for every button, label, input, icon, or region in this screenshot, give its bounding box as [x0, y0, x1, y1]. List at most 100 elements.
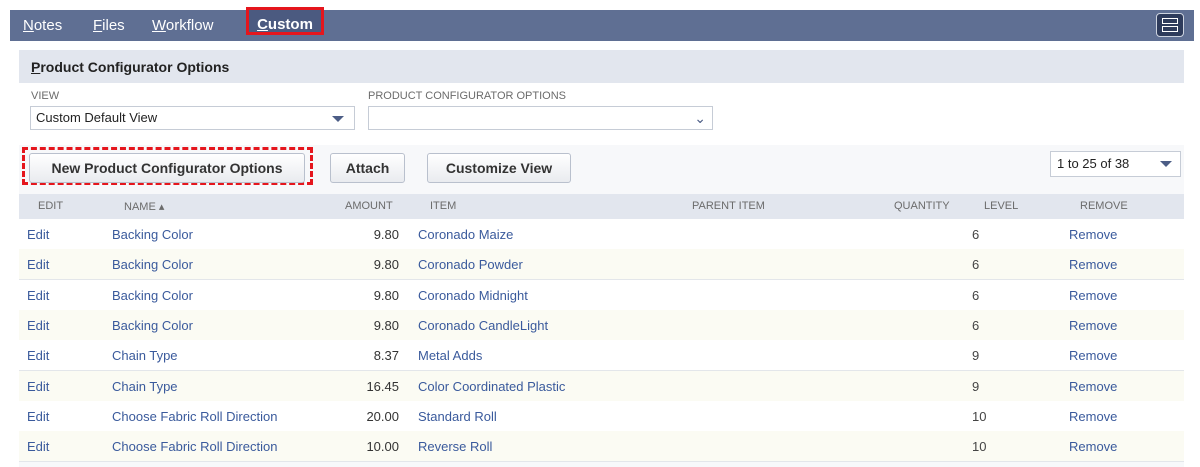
col-amount[interactable]: AMOUNT — [345, 200, 393, 212]
tab-workflow-hotkey: W — [152, 17, 166, 34]
layout-menu-bar-top — [1162, 18, 1178, 24]
tab-files[interactable]: Files — [93, 10, 125, 41]
tab-custom-hotkey: C — [257, 16, 268, 33]
remove-link[interactable]: Remove — [1069, 318, 1117, 333]
amount-value: 8.37 — [373, 348, 399, 364]
name-link[interactable]: Choose Fabric Roll Direction — [112, 409, 277, 424]
remove-link[interactable]: Remove — [1069, 409, 1117, 424]
name-link[interactable]: Chain Type — [112, 348, 178, 363]
level-value: 9 — [972, 348, 980, 364]
amount-value: 9.80 — [373, 227, 399, 242]
panel-title-hotkey: P — [31, 59, 41, 75]
layout-menu-bar-bottom — [1162, 26, 1178, 32]
table-header: EDIT NAME ▴ AMOUNT ITEM PARENT ITEM QUAN… — [19, 194, 1184, 219]
col-quantity[interactable]: QUANTITY — [894, 200, 950, 212]
table-row: Edit Chain Type 16.45 Color Coordinated Pla… — [19, 370, 1184, 402]
view-select[interactable]: Custom Default View — [30, 106, 355, 130]
item-link[interactable]: Standard Roll — [418, 409, 497, 424]
tab-workflow-label: orkflow — [165, 17, 214, 34]
amount-value: 16.45 — [366, 378, 399, 394]
tab-workflow[interactable]: Workflow — [152, 10, 213, 41]
item-link[interactable]: Coronado Midnight — [418, 288, 528, 303]
product-configurator-panel: Product Configurator Options VIEW Custom… — [19, 50, 1184, 467]
level-value: 6 — [972, 317, 980, 333]
edit-link[interactable]: Edit — [27, 379, 49, 394]
col-parent-item[interactable]: PARENT ITEM — [692, 200, 765, 212]
name-link[interactable]: Choose Fabric Roll Direction — [112, 439, 277, 454]
amount-value: 9.80 — [373, 257, 399, 273]
name-link[interactable]: Backing Color — [112, 318, 193, 333]
edit-link[interactable]: Edit — [27, 227, 49, 242]
panel-title: Product Configurator Options — [31, 59, 229, 75]
amount-value: 20.00 — [366, 408, 399, 424]
level-value: 10 — [972, 408, 987, 424]
item-link[interactable]: Color Coordinated Plastic — [418, 379, 565, 394]
layout-menu-icon[interactable] — [1156, 13, 1184, 37]
table-row: Edit Chain Type 8.37 Metal Adds 9 Remove — [19, 340, 1184, 372]
view-label: VIEW — [31, 90, 60, 102]
item-link[interactable]: Coronado Maize — [418, 227, 513, 242]
level-value: 6 — [972, 287, 980, 303]
page-range-select[interactable]: 1 to 25 of 38 — [1050, 151, 1181, 177]
col-remove: REMOVE — [1080, 200, 1128, 212]
tab-custom-label: ustom — [267, 16, 313, 33]
item-link[interactable]: Metal Adds — [418, 348, 482, 363]
subtab-bar: Notes Files Workflow Custom — [10, 7, 1194, 41]
amount-value: 9.80 — [373, 287, 399, 303]
level-value: 6 — [972, 227, 980, 242]
name-link[interactable]: Backing Color — [112, 227, 193, 242]
tab-files-hotkey: F — [93, 17, 103, 34]
table-row: Edit Backing Color 9.80 Coronado CandleLigh… — [19, 309, 1184, 341]
tab-files-label: iles — [102, 17, 125, 34]
tab-custom[interactable]: Custom — [246, 7, 324, 35]
table-row: Edit Backing Color 9.80 Coronado Powder 6 Rem… — [19, 249, 1184, 281]
item-link[interactable]: Reverse Roll — [418, 439, 492, 454]
edit-link[interactable]: Edit — [27, 348, 49, 363]
remove-link[interactable]: Remove — [1069, 288, 1117, 303]
item-link[interactable]: Coronado Powder — [418, 257, 523, 272]
attach-button[interactable]: Attach — [330, 153, 405, 183]
edit-link[interactable]: Edit — [27, 318, 49, 333]
remove-link[interactable]: Remove — [1069, 227, 1117, 242]
amount-value: 10.00 — [366, 439, 399, 455]
level-value: 10 — [972, 439, 987, 455]
table-row: Edit Backing Color 9.80 Coronado Maize 6 Remo… — [19, 219, 1184, 250]
remove-link[interactable]: Remove — [1069, 439, 1117, 454]
panel-header: Product Configurator Options — [19, 50, 1184, 83]
amount-value: 9.80 — [373, 317, 399, 333]
col-item[interactable]: ITEM — [430, 200, 456, 212]
panel-title-text: roduct Configurator Options — [40, 59, 230, 75]
table-row: Edit Choose Fabric Roll Direction 10.00 Rev… — [19, 431, 1184, 463]
page-range-value: 1 to 25 of 38 — [1057, 156, 1130, 171]
tab-notes[interactable]: Notes — [23, 10, 62, 41]
edit-link[interactable]: Edit — [27, 257, 49, 272]
name-link[interactable]: Backing Color — [112, 288, 193, 303]
name-link[interactable]: Backing Color — [112, 257, 193, 272]
edit-link[interactable]: Edit — [27, 409, 49, 424]
col-edit: EDIT — [38, 200, 64, 212]
edit-link[interactable]: Edit — [27, 439, 49, 454]
customize-view-button[interactable]: Customize View — [427, 153, 571, 183]
options-filter-label: PRODUCT CONFIGURATOR OPTIONS — [368, 90, 567, 102]
tab-notes-label: otes — [33, 17, 63, 34]
table-row: Edit Backing Color 9.80 Coronado Midnight 6 R… — [19, 279, 1184, 311]
level-value: 9 — [972, 378, 980, 394]
remove-link[interactable]: Remove — [1069, 348, 1117, 363]
double-chevron-down-icon: ⌄ — [694, 110, 706, 126]
col-level[interactable]: LEVEL — [984, 200, 1018, 212]
new-product-configurator-options-button[interactable]: New Product Configurator Options — [29, 153, 305, 183]
tab-notes-hotkey: N — [23, 17, 34, 34]
level-value: 6 — [972, 257, 980, 273]
chevron-down-icon — [332, 116, 344, 122]
col-name[interactable]: NAME ▴ — [124, 200, 164, 213]
name-link[interactable]: Chain Type — [112, 379, 178, 394]
chevron-down-icon — [1160, 161, 1172, 167]
filter-bar: VIEW Custom Default View PRODUCT CONFIGU… — [19, 83, 1184, 145]
edit-link[interactable]: Edit — [27, 288, 49, 303]
options-filter-select[interactable]: ⌄ — [368, 106, 713, 130]
table-row: Edit Choose Fabric Roll Direction 20.00 Sta… — [19, 400, 1184, 432]
item-link[interactable]: Coronado CandleLight — [418, 318, 548, 333]
remove-link[interactable]: Remove — [1069, 379, 1117, 394]
view-select-value: Custom Default View — [36, 110, 158, 125]
remove-link[interactable]: Remove — [1069, 257, 1117, 272]
